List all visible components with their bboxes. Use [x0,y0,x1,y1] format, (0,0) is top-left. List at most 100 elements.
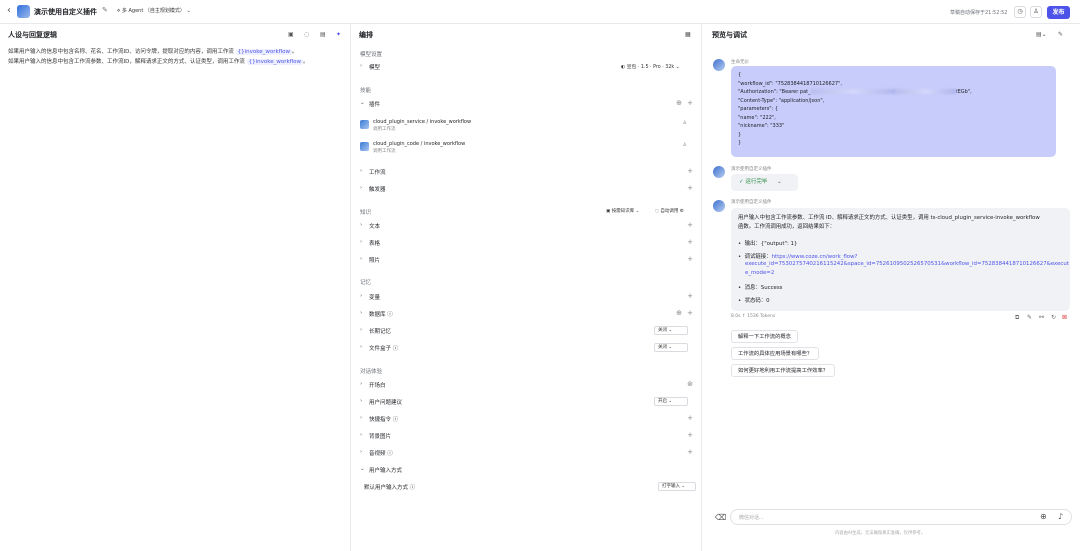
prompt-line-1[interactable]: 如果用户输入的信息中包含名称、花名、工作流ID、访问令牌，提取对应的内容，调用工… [8,47,298,55]
input-mode-row[interactable]: ⌄ 用户输入方式 [360,464,696,476]
variables-row[interactable]: › 变量 + [360,291,696,303]
photo-row[interactable]: › 照片 + [360,254,696,266]
plugin-item[interactable]: cloud_plugin_code / invoke_workflow 调用工作… [360,138,696,158]
workflow-row[interactable]: › 工作流 + [360,166,696,178]
share-icon[interactable]: ⚯ [1039,314,1044,321]
regenerate-icon[interactable]: ↻ [1051,314,1056,321]
delete-icon[interactable]: ⊠ [1062,314,1067,321]
run-status-toggle[interactable]: ✓ 运行完毕 ⌄ [731,174,798,191]
debug-link[interactable]: execute_id=7530275740216115242&space_id=… [745,261,1069,267]
clear-icon[interactable]: ✎ [1058,31,1063,38]
add-icon[interactable]: + [687,431,693,439]
add-icon[interactable]: + [687,414,693,422]
debug-link[interactable]: https://www.coze.cn/work_flow? [772,254,858,260]
debug-link[interactable]: e_mode=2 [745,270,774,276]
long-memory-select[interactable]: 关闭 ⌄ [654,326,688,335]
add-icon[interactable]: + [687,184,693,192]
section-skills: 技能 [360,88,372,94]
publish-button[interactable]: 发布 [1047,6,1070,19]
bulb-icon[interactable]: ◌ [304,31,309,38]
trigger-row[interactable]: › 触发器 + [360,183,696,195]
info-icon: ⓘ [409,485,416,491]
redacted-token [810,89,896,94]
plugin-icon [360,120,369,129]
collaborators-icon[interactable]: ♙ [1030,6,1042,18]
info-icon: ⓘ [387,451,393,457]
reply-bullet: • 状态码：0 [738,298,770,304]
chevron-left-icon[interactable]: ‹ [7,5,11,16]
model-selector[interactable]: ◐ 豆包 · 1.5 · Pro · 32k ⌄ [621,63,680,70]
auto-add-icon[interactable]: ⊕ [676,99,682,107]
debug-icon[interactable]: ▤⌄ [1036,31,1047,38]
kb-mode-selector[interactable]: ▣ 按需知识库 ⌄ [606,208,639,214]
row-label: 表格 [369,241,381,247]
add-icon[interactable]: + [687,221,693,229]
plugin-desc: 调用工作流 [373,127,396,132]
add-icon[interactable]: + [687,448,693,456]
persona-panel: 人设与回复逻辑 ▣ ◌ ▤ ✦ 如果用户输入的信息中包含名称、花名、工作流ID、… [0,24,351,551]
background-row[interactable]: › 背景图片 + [360,430,696,442]
workflow-chip[interactable]: {}invoke_workflow [246,59,304,65]
video-row[interactable]: › 音视频 ⓘ + [360,447,696,459]
copy-icon[interactable]: ⧉ [1015,314,1019,322]
agent-mode-selector[interactable]: ⟡ 多 Agent （自主规划模式） ⌄ [117,7,191,14]
shortcut-row[interactable]: › 快捷指令 ⓘ + [360,413,696,425]
auto-call-selector[interactable]: ◌ 自动调用 ⚙ [655,208,684,214]
panel-title: 编排 [359,31,373,39]
app-avatar [17,5,30,18]
suggestion-chip[interactable]: 工作流的具体应用场景有哪些？ [731,347,820,360]
default-input-select[interactable]: 打字输入 ⌄ [658,482,696,491]
info-icon: ⓘ [392,417,399,423]
suggestion-chip[interactable]: 解释一下工作流的概念 [731,330,798,343]
ai-optimize-icon[interactable]: ✦ [336,31,341,38]
history-icon[interactable]: ◷ [1014,6,1026,18]
reply-bullet: • 调试链接：https://www.coze.cn/work_flow? [738,254,858,260]
preview-panel: 预览与调试 ▤⌄ ✎ 生命无价 { "workflow_id": "752838… [702,24,1080,551]
text-row[interactable]: › 文本 + [360,220,696,232]
code-line: "workflow_id": "7528384418710126627", [738,80,842,87]
database-row[interactable]: › 数据库 ⓘ ⊕ + [360,308,696,320]
suggest-row[interactable]: › 用户问题建议 开启 ⌄ [360,396,696,408]
file-box-select[interactable]: 关闭 ⌄ [654,343,688,352]
code-text: tEGb", [955,89,972,95]
auto-add-icon[interactable]: ⊕ [676,309,682,317]
chat-input[interactable]: 微信对话... ⊕ ♪ [730,509,1072,525]
auto-call-label: 自动调用 [660,209,679,214]
code-line: } [738,140,742,146]
plugin-settings-icon[interactable]: ♙ [683,142,687,148]
section-dialog: 对话体验 [360,369,383,375]
add-icon[interactable]: + [687,167,693,175]
add-icon[interactable]: + [687,255,693,263]
edit-icon[interactable]: ✎ [1027,314,1032,321]
opening-row[interactable]: › 开场白 ⊛ [360,379,696,391]
add-attachment-icon[interactable]: ⊕ [1040,512,1047,521]
suggestion-chip[interactable]: 如何更好地利用工作流提高工作效率？ [731,364,836,377]
microphone-icon[interactable]: ♪ [1058,512,1063,521]
code-line: "parameters": { [738,106,779,112]
row-label: 音视频 ⓘ [369,449,393,457]
add-icon[interactable]: + [687,292,693,300]
plugin-item[interactable]: cloud_plugin_service / invoke_workflow 调… [360,116,696,136]
add-icon[interactable]: + [687,309,693,317]
edit-icon[interactable]: ✎ [102,6,108,14]
plugins-row[interactable]: ⌄ 插件 ⊕ + [360,98,696,110]
table-row[interactable]: › 表格 + [360,237,696,249]
chevron-right-icon: › [360,415,363,421]
file-box-row[interactable]: › 文件盒子 ⓘ 关闭 ⌄ [360,342,696,354]
suggest-select[interactable]: 开启 ⌄ [654,397,688,406]
prompt-library-icon[interactable]: ▣ [288,31,294,38]
compare-icon[interactable]: ▤ [320,31,326,38]
row-label: 文件盒子 ⓘ [369,344,398,352]
prompt-line-2[interactable]: 如果用户输入的信息中包含工作流参数、工作流ID，解释请求正文的方式、认证类型，调… [8,57,309,65]
chevron-right-icon: › [360,310,363,316]
settings-icon[interactable]: ⊛ [687,380,693,388]
add-icon[interactable]: + [687,238,693,246]
clear-context-icon[interactable]: ⌫ [715,513,726,522]
workflow-chip[interactable]: {}invoke_workflow [235,49,293,55]
plugin-settings-icon[interactable]: ♙ [683,120,687,126]
chevron-right-icon: › [360,222,363,228]
add-icon[interactable]: + [687,99,693,107]
long-memory-row[interactable]: › 长期记忆 关闭 ⌄ [360,325,696,337]
reply-bullet: • 消息：Success [738,285,783,291]
layout-icon[interactable]: ▦ [685,31,691,38]
